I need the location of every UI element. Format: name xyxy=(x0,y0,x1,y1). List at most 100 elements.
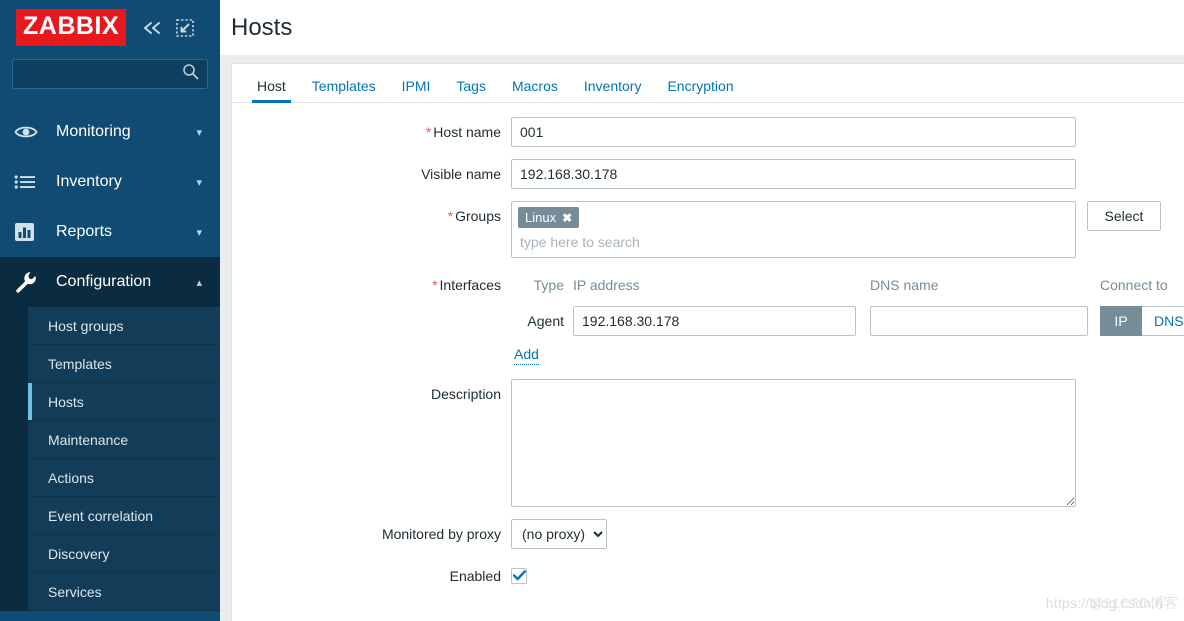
interface-dns-cell xyxy=(870,306,1088,336)
interface-dns-input[interactable] xyxy=(870,306,1088,336)
interfaces-table: Type IP address DNS name Connect to Agen… xyxy=(511,270,1184,365)
interfaces-label-text: Interfaces xyxy=(439,277,501,293)
required-marker: * xyxy=(447,208,454,224)
sidebar-item-host-groups[interactable]: Host groups xyxy=(28,307,220,345)
sidebar-item-maintenance[interactable]: Maintenance xyxy=(28,421,220,459)
description-textarea[interactable] xyxy=(511,378,1076,507)
visible-name-label-text: Visible name xyxy=(421,166,501,182)
enabled-checkbox[interactable] xyxy=(511,567,527,584)
groups-search-placeholder[interactable]: type here to search xyxy=(518,228,1069,252)
tab-encryption[interactable]: Encryption xyxy=(654,79,746,102)
sidebar-subitem-label: Maintenance xyxy=(48,431,129,448)
sidebar-subitem-label: Templates xyxy=(48,355,112,372)
description-label: Description xyxy=(232,379,511,409)
host-form: *Host name Visible name *G xyxy=(232,103,1184,591)
chevron-down-icon[interactable]: ▾ xyxy=(196,176,202,189)
column-header-type: Type xyxy=(533,277,564,293)
search-input[interactable] xyxy=(13,67,207,81)
monitored-by-proxy-label-text: Monitored by proxy xyxy=(381,525,501,542)
host-form-card: Host Templates IPMI Tags Macros Inventor… xyxy=(231,63,1184,621)
required-marker: * xyxy=(432,277,438,293)
sidebar-item-label: Monitoring xyxy=(56,123,131,140)
chevron-down-icon[interactable]: ▾ xyxy=(196,226,202,239)
sidebar-item-monitoring[interactable]: Monitoring ▾ xyxy=(0,107,220,157)
required-marker: * xyxy=(425,124,432,140)
field-row-interfaces: * Interfaces Type IP address DNS name Con… xyxy=(232,270,1184,365)
interface-row: Agent IP DNS xyxy=(511,306,1184,336)
group-chip-linux[interactable]: Linux ✖ xyxy=(518,207,580,228)
column-header-connect-to: Connect to xyxy=(1100,277,1168,293)
sidebar-item-templates[interactable]: Templates xyxy=(28,345,220,383)
interface-connect-to-cell: IP DNS xyxy=(1100,306,1184,336)
tab-label: Encryption xyxy=(667,78,734,94)
zabbix-logo[interactable]: ZABBIX xyxy=(16,9,127,46)
page-title: Hosts xyxy=(231,13,293,41)
tab-inventory[interactable]: Inventory xyxy=(571,79,655,102)
sidebar-item-services[interactable]: Services xyxy=(28,573,220,611)
monitored-by-proxy-select[interactable]: (no proxy) xyxy=(511,518,607,549)
tab-label: IPMI xyxy=(401,78,431,94)
sidebar-item-actions[interactable]: Actions xyxy=(28,459,220,497)
field-row-host-name: * Host name xyxy=(232,117,1184,147)
sidebar-item-configuration[interactable]: Configuration ▴ xyxy=(0,257,220,307)
interfaces-table-header: Type IP address DNS name Connect to xyxy=(511,270,1184,300)
list-icon xyxy=(14,174,44,190)
interfaces-label: * Interfaces xyxy=(232,270,511,300)
sidebar-header-icons xyxy=(142,18,194,37)
sidebar-subitem-label: Actions xyxy=(48,469,94,486)
eye-icon xyxy=(14,124,44,140)
zabbix-app-window: ZABBIX Monitoring ▾ Inventory ▾ Reports … xyxy=(0,0,1184,621)
host-name-input[interactable] xyxy=(511,117,1076,147)
groups-label-text: Groups xyxy=(455,208,501,224)
add-interface-link[interactable]: Add xyxy=(514,346,539,365)
sidebar-item-label: Reports xyxy=(56,223,113,240)
enabled-label-text: Enabled xyxy=(449,567,501,584)
bar-chart-icon xyxy=(14,222,44,242)
column-header-dns-name: DNS name xyxy=(870,277,939,293)
form-tabs: Host Templates IPMI Tags Macros Inventor… xyxy=(232,64,1184,103)
visible-name-label: Visible name xyxy=(232,159,511,189)
visible-name-input[interactable] xyxy=(511,159,1076,189)
sidebar-item-discovery[interactable]: Discovery xyxy=(28,535,220,573)
chevron-up-icon[interactable]: ▴ xyxy=(196,276,202,289)
sidebar-subitem-label: Host groups xyxy=(48,317,124,334)
search-box[interactable] xyxy=(12,59,208,89)
connect-to-ip-button[interactable]: IP xyxy=(1100,306,1142,336)
interface-ip-cell xyxy=(573,306,856,336)
select-button[interactable]: Select xyxy=(1087,201,1161,231)
tab-ipmi[interactable]: IPMI xyxy=(389,79,444,102)
sidebar-search-wrap xyxy=(0,55,220,99)
tab-label: Macros xyxy=(511,78,558,94)
page-header: Hosts xyxy=(220,0,1184,55)
sidebar-item-reports[interactable]: Reports ▾ xyxy=(0,207,220,257)
wrench-icon xyxy=(14,271,44,293)
close-icon[interactable]: ✖ xyxy=(562,212,572,224)
interface-ip-input[interactable] xyxy=(573,306,856,336)
chevron-down-icon[interactable]: ▾ xyxy=(196,126,202,139)
field-row-monitored-by-proxy: Monitored by proxy (no proxy) xyxy=(232,518,1184,549)
sidebar-submenu-configuration: Host groups Templates Hosts Maintenance … xyxy=(0,307,220,611)
tab-macros[interactable]: Macros xyxy=(499,79,571,102)
tab-tags[interactable]: Tags xyxy=(443,79,499,102)
sidebar-subitem-label: Services xyxy=(48,583,102,600)
host-name-label-text: Host name xyxy=(433,124,501,140)
sidebar: ZABBIX Monitoring ▾ Inventory ▾ Reports … xyxy=(0,0,220,621)
field-row-visible-name: Visible name xyxy=(232,159,1184,189)
tab-host[interactable]: Host xyxy=(244,79,299,103)
sidebar-item-hosts[interactable]: Hosts xyxy=(28,383,220,421)
sidebar-subitem-label: Event correlation xyxy=(48,507,154,524)
group-chip-label: Linux xyxy=(525,210,557,225)
groups-multiselect[interactable]: Linux ✖ type here to search xyxy=(511,201,1076,258)
description-label-text: Description xyxy=(430,385,501,402)
double-chevron-left-icon[interactable] xyxy=(142,20,164,36)
tab-label: Inventory xyxy=(583,78,642,94)
sidebar-item-event-correlation[interactable]: Event correlation xyxy=(28,497,220,535)
sidebar-subitem-label: Discovery xyxy=(48,545,110,562)
connect-to-dns-button[interactable]: DNS xyxy=(1142,306,1184,336)
column-header-ip-address: IP address xyxy=(573,277,640,293)
tab-templates[interactable]: Templates xyxy=(299,79,389,102)
kiosk-mode-icon[interactable] xyxy=(176,18,194,37)
content-area: Host Templates IPMI Tags Macros Inventor… xyxy=(220,55,1184,621)
sidebar-item-inventory[interactable]: Inventory ▾ xyxy=(0,157,220,207)
field-row-groups: * Groups Linux ✖ type here to search Sele… xyxy=(232,201,1184,258)
